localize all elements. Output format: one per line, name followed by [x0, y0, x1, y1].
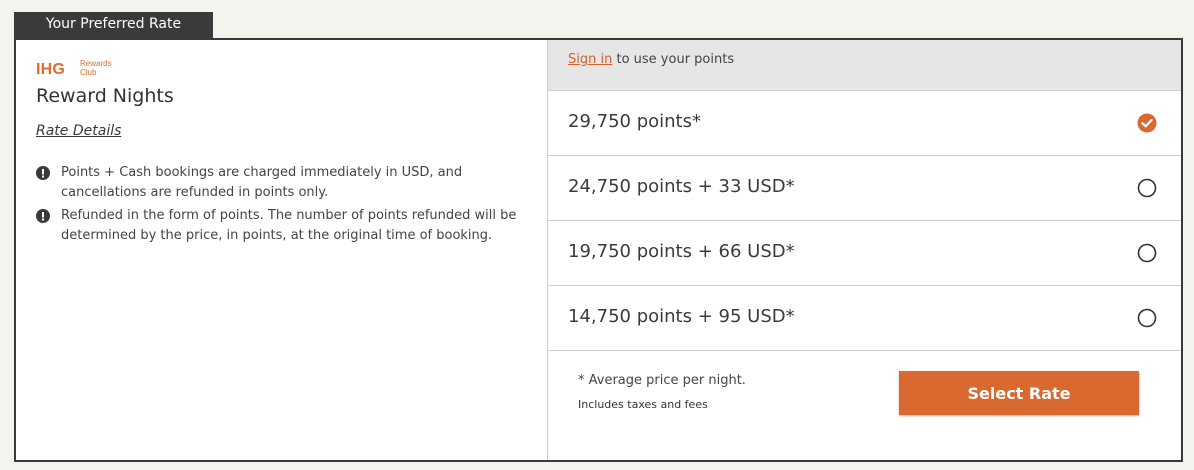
radio-unchecked-icon[interactable]: [1137, 243, 1157, 263]
select-rate-button[interactable]: Select Rate: [899, 371, 1139, 415]
alert-icon: [36, 166, 50, 180]
rate-card: IHG Rewards Club Reward Nights Rate Deta…: [14, 38, 1183, 462]
option-label: 24,750 points + 33 USD*: [568, 176, 795, 197]
option-label: 14,750 points + 95 USD*: [568, 306, 795, 327]
option-label: 29,750 points*: [568, 111, 701, 132]
note-text: Points + Cash bookings are charged immed…: [61, 165, 463, 200]
option-label: 19,750 points + 66 USD*: [568, 241, 795, 262]
signin-text: to use your points: [612, 52, 735, 67]
logo-subtext: Rewards Club: [80, 59, 112, 77]
alert-icon: [36, 209, 50, 223]
signin-bar: Sign in to use your points: [548, 40, 1181, 91]
radio-unchecked-icon[interactable]: [1137, 308, 1157, 328]
rate-info-panel: IHG Rewards Club Reward Nights Rate Deta…: [16, 40, 548, 460]
taxes-note: Includes taxes and fees: [578, 398, 708, 411]
points-options-panel: Sign in to use your points 29,750 points…: [548, 40, 1181, 460]
points-option-3[interactable]: 19,750 points + 66 USD*: [548, 221, 1181, 286]
points-option-2[interactable]: 24,750 points + 33 USD*: [548, 156, 1181, 221]
note-text: Refunded in the form of points. The numb…: [61, 208, 517, 243]
note-item: Points + Cash bookings are charged immed…: [36, 163, 536, 203]
note-item: Refunded in the form of points. The numb…: [36, 206, 536, 246]
rate-notes: Points + Cash bookings are charged immed…: [36, 163, 536, 249]
rate-details-link[interactable]: Rate Details: [36, 123, 121, 139]
average-price-note: * Average price per night.: [578, 373, 746, 388]
sign-in-link[interactable]: Sign in: [568, 52, 612, 67]
points-option-1[interactable]: 29,750 points*: [548, 91, 1181, 156]
points-option-4[interactable]: 14,750 points + 95 USD*: [548, 286, 1181, 351]
radio-checked-icon[interactable]: [1137, 113, 1157, 133]
radio-unchecked-icon[interactable]: [1137, 178, 1157, 198]
rate-title: Reward Nights: [36, 85, 174, 107]
preferred-rate-tab: Your Preferred Rate: [14, 12, 213, 39]
logo-text: IHG: [36, 61, 66, 78]
